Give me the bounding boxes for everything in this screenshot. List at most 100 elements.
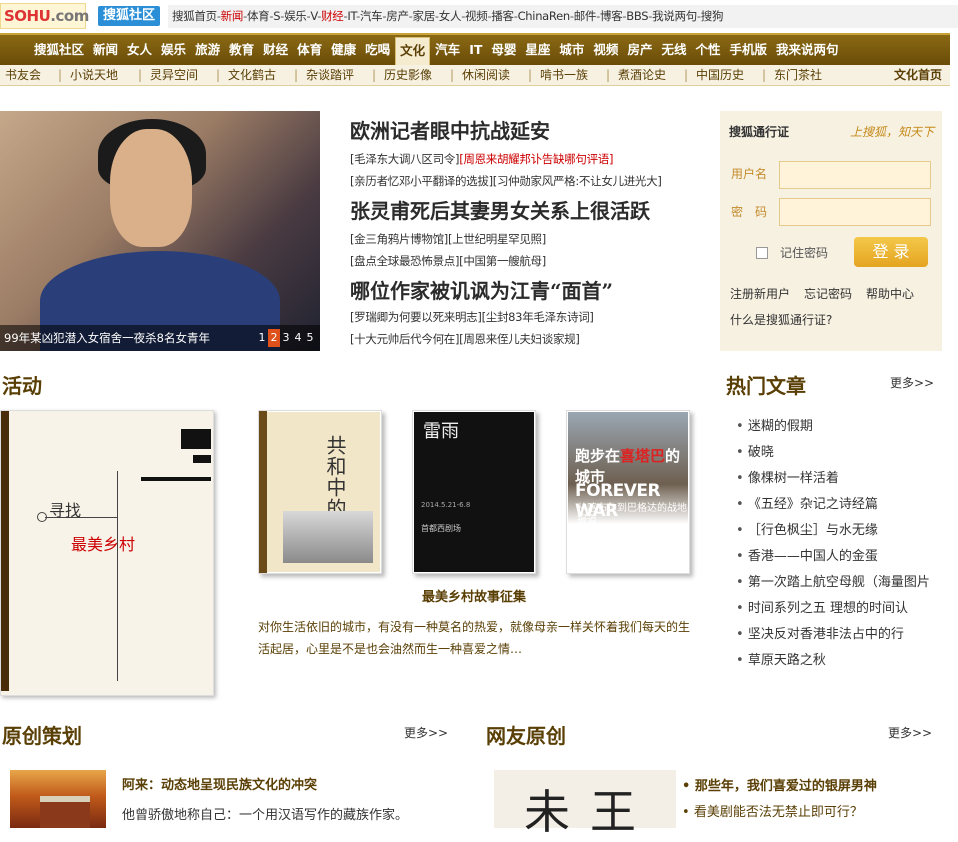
hot-article-item[interactable]: ［行色枫尘］与水无缘 <box>736 518 930 544</box>
book-cover-2[interactable]: 雷雨 2014.5.21-6.8 首都西剧场 <box>412 410 536 574</box>
help-link[interactable]: 帮助中心 <box>866 287 914 301</box>
hot-article-item[interactable]: 第一次踏上航空母舰（海量图片 <box>736 570 930 596</box>
sub-nav-item[interactable]: 小说天地 <box>70 65 118 85</box>
hot-article-item[interactable]: 草原天路之秋 <box>736 648 930 674</box>
main-nav-item[interactable]: 健康 <box>327 35 360 65</box>
hot-article-item[interactable]: 坚决反对香港非法占中的行 <box>736 622 930 648</box>
main-nav-item[interactable]: 星座 <box>521 35 554 65</box>
sohu-logo[interactable]: SOHU.com <box>0 3 89 29</box>
hot-article-item[interactable]: 破晓 <box>736 440 930 466</box>
hot-article-item[interactable]: 像棵树一样活着 <box>736 466 930 492</box>
main-nav-item[interactable]: 手机版 <box>725 35 771 65</box>
main-nav-item[interactable]: 文化 <box>395 37 431 65</box>
hero-page-button[interactable]: 1 <box>256 329 268 347</box>
original-headline[interactable]: 阿来：动态地呈现民族文化的冲突 <box>122 774 317 793</box>
hot-article-item[interactable]: 《五经》杂记之诗经篇 <box>736 492 930 518</box>
original-photo[interactable] <box>10 770 106 828</box>
top-nav-link[interactable]: 财经 <box>321 9 344 23</box>
top-nav-link[interactable]: 播客 <box>491 9 514 23</box>
main-nav-item[interactable]: 娱乐 <box>157 35 190 65</box>
headline-2[interactable]: 张灵甫死后其妻男女关系上很活跃 <box>350 195 650 224</box>
sub-nav-item[interactable]: 啃书一族 <box>540 65 588 85</box>
hot-article-item[interactable]: 香港——中国人的金蛋 <box>736 544 930 570</box>
remember-checkbox[interactable] <box>756 247 768 259</box>
main-nav-item[interactable]: 视频 <box>589 35 622 65</box>
main-nav-item[interactable]: 无线 <box>657 35 690 65</box>
main-nav-item[interactable]: 吃喝 <box>361 35 394 65</box>
book-cover-3[interactable]: 跑步在喜塔巴的城市 FOREVER WAR 从喀布尔到巴格达的战地报道 <box>566 410 690 574</box>
main-nav-item[interactable]: 个性 <box>691 35 724 65</box>
main-nav-item[interactable]: 女人 <box>123 35 156 65</box>
sub-nav-item[interactable]: 中国历史 <box>696 65 744 85</box>
main-nav-item[interactable]: 我来说两句 <box>772 35 843 65</box>
sub-link[interactable]: [毛泽东大调八区司令] <box>350 152 459 166</box>
headline-3[interactable]: 哪位作家被讥讽为江青“面首” <box>350 275 613 304</box>
main-nav-item[interactable]: 城市 <box>555 35 588 65</box>
featured-book[interactable]: 寻找 最美乡村 <box>0 410 214 696</box>
hot-article-item[interactable]: 迷糊的假期 <box>736 414 930 440</box>
sub-nav-item[interactable]: 杂谈踏评 <box>306 65 354 85</box>
register-link[interactable]: 注册新用户 <box>730 287 790 301</box>
top-nav-link[interactable]: 房产 <box>386 9 409 23</box>
top-nav-link[interactable]: 新闻 <box>221 9 244 23</box>
original-more-link[interactable]: 更多>> <box>404 724 448 741</box>
main-nav-item[interactable]: IT <box>465 35 486 65</box>
hot-article-item[interactable]: 时间系列之五 理想的时间认 <box>736 596 930 622</box>
shequ-logo[interactable]: 搜狐社区 <box>98 6 160 26</box>
netizen-more-link[interactable]: 更多>> <box>888 724 932 741</box>
main-nav-item[interactable]: 汽车 <box>431 35 464 65</box>
top-nav-link[interactable]: 体育 <box>247 9 270 23</box>
top-nav-link[interactable]: 娱乐 <box>284 9 307 23</box>
sub-links-2b[interactable]: [盘点全球最恐怖景点][中国第一艘航母] <box>350 253 546 269</box>
top-nav-link[interactable]: ChinaRen <box>518 9 571 23</box>
book-cover-1[interactable]: 共和中的帝制 <box>258 410 382 574</box>
top-nav-link[interactable]: 搜狗 <box>701 9 724 23</box>
hot-more-link[interactable]: 更多>> <box>890 374 934 391</box>
event-title[interactable]: 最美乡村故事征集 <box>258 586 690 605</box>
netizen-item[interactable]: 那些年，我们喜爱过的银屏男神 <box>682 774 877 800</box>
username-input[interactable] <box>779 161 931 189</box>
main-nav-item[interactable]: 财经 <box>259 35 292 65</box>
hero-page-button[interactable]: 3 <box>280 329 292 347</box>
hero-slideshow[interactable]: 99年某凶犯潜入女宿舍一夜杀8名女青年 12345 <box>0 111 320 351</box>
main-nav-item[interactable]: 房产 <box>623 35 656 65</box>
sub-nav-item[interactable]: 历史影像 <box>384 65 432 85</box>
headline-1[interactable]: 欧洲记者眼中抗战延安 <box>350 115 550 144</box>
hero-page-button[interactable]: 5 <box>304 329 316 347</box>
sub-link-red[interactable]: [周恩来胡耀邦讣告缺哪句评语] <box>459 152 613 166</box>
main-nav-item[interactable]: 新闻 <box>89 35 122 65</box>
main-nav-item[interactable]: 母婴 <box>487 35 520 65</box>
top-nav-link[interactable]: 博客 <box>600 9 623 23</box>
sub-nav-item[interactable]: 灵异空间 <box>150 65 198 85</box>
top-nav-link[interactable]: 我说两句 <box>652 9 697 23</box>
top-nav-link[interactable]: 邮件 <box>574 9 597 23</box>
password-input[interactable] <box>779 198 931 226</box>
hero-page-button[interactable]: 4 <box>292 329 304 347</box>
sub-links-1b[interactable]: [亲历者忆邓小平翻译的选拔][习仲勋家风严格:不让女儿进光大] <box>350 173 662 189</box>
hero-page-button[interactable]: 2 <box>268 329 280 347</box>
top-nav-link[interactable]: IT <box>347 9 356 23</box>
top-nav-link[interactable]: 汽车 <box>360 9 383 23</box>
culture-home-link[interactable]: 文化首页 <box>894 65 942 85</box>
main-nav-item[interactable]: 搜狐社区 <box>30 35 88 65</box>
netizen-image[interactable]: 未王 <box>494 770 676 839</box>
top-nav-link[interactable]: 视频 <box>465 9 488 23</box>
top-nav-link[interactable]: 家居 <box>413 9 436 23</box>
top-nav-link[interactable]: 女人 <box>439 9 462 23</box>
main-nav-item[interactable]: 教育 <box>225 35 258 65</box>
sub-links-3b[interactable]: [十大元帅后代今何在][周恩来侄儿夫妇谈家规] <box>350 331 580 347</box>
sub-links-2a[interactable]: [金三角鸦片博物馆][上世纪明星罕见照] <box>350 231 546 247</box>
main-nav-item[interactable]: 体育 <box>293 35 326 65</box>
sub-nav-item[interactable]: 煮酒论史 <box>618 65 666 85</box>
main-nav-item[interactable]: 旅游 <box>191 35 224 65</box>
forgot-password-link[interactable]: 忘记密码 <box>804 287 852 301</box>
sub-links-1a[interactable]: [毛泽东大调八区司令][周恩来胡耀邦讣告缺哪句评语] <box>350 151 613 167</box>
sub-nav-item[interactable]: 书友会 <box>5 65 41 85</box>
top-nav-link[interactable]: 搜狐首页 <box>172 9 217 23</box>
sub-nav-item[interactable]: 休闲阅读 <box>462 65 510 85</box>
netizen-item[interactable]: 看美剧能否法无禁止即可行？ <box>682 800 877 826</box>
sub-links-3a[interactable]: [罗瑞卿为何要以死来明志][尘封83年毛泽东诗词] <box>350 309 594 325</box>
top-nav-link[interactable]: BBS <box>626 9 648 23</box>
sub-nav-item[interactable]: 东门茶社 <box>774 65 822 85</box>
sub-nav-item[interactable]: 文化鹤古 <box>228 65 276 85</box>
